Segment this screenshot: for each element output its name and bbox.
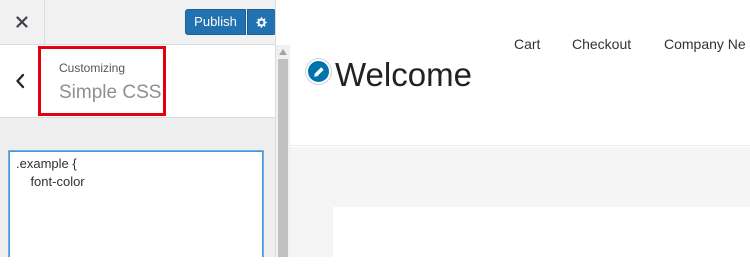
site-header: Cart Checkout Company Ne Welcome <box>290 0 750 146</box>
css-line: font-color <box>16 174 85 189</box>
site-title[interactable]: Welcome <box>335 56 472 94</box>
content-area <box>290 147 750 267</box>
edit-shortcut-button[interactable] <box>306 59 331 84</box>
sidebar-scrollbar[interactable] <box>276 45 290 257</box>
close-icon <box>16 16 28 28</box>
gear-icon <box>256 16 267 28</box>
section-title: Simple CSS <box>59 82 162 103</box>
site-preview: Cart Checkout Company Ne Welcome <box>290 0 750 267</box>
arrow-up-icon <box>279 49 287 55</box>
pencil-icon <box>313 66 324 77</box>
publish-button[interactable]: Publish <box>185 9 246 35</box>
section-title-highlight: Customizing Simple CSS <box>38 46 166 116</box>
customizer-sidebar: Publish Customizing Simple CSS .example … <box>0 0 276 257</box>
section-header: Customizing Simple CSS <box>0 45 275 118</box>
scrollbar-thumb[interactable] <box>278 59 288 257</box>
close-button[interactable] <box>0 0 45 44</box>
nav-item-checkout[interactable]: Checkout <box>572 36 631 52</box>
publish-settings-button[interactable] <box>247 9 275 35</box>
content-card <box>333 207 750 267</box>
css-line: .example { <box>16 156 77 171</box>
customizing-label: Customizing <box>59 61 126 75</box>
nav-item-cart[interactable]: Cart <box>514 36 540 52</box>
css-editor[interactable]: .example { font-color <box>9 151 263 257</box>
scroll-up-arrow[interactable] <box>276 45 290 59</box>
nav-item-company[interactable]: Company Ne <box>664 36 746 52</box>
customizer-header: Publish <box>0 0 275 45</box>
chevron-left-icon <box>15 73 24 89</box>
back-button[interactable] <box>0 45 40 117</box>
